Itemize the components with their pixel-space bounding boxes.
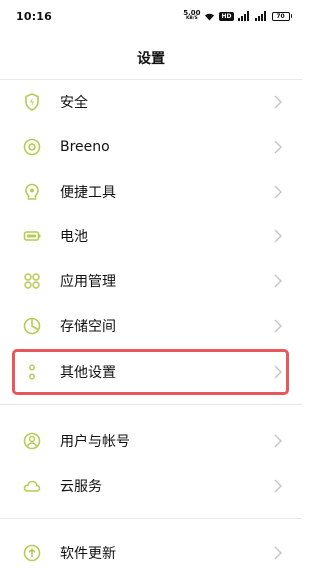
chevron-right-icon: [274, 479, 282, 493]
divider: [0, 404, 302, 405]
settings-item-cloud-service[interactable]: 云服务: [0, 464, 302, 508]
status-bar: 10:16 5.00 KB/S HD 70: [0, 0, 302, 32]
user-account-icon: [22, 431, 42, 451]
status-time: 10:16: [16, 9, 53, 23]
convenience-tools-icon: [22, 182, 42, 202]
hd-icon: HD: [219, 11, 234, 21]
settings-item-storage[interactable]: 存储空间: [0, 304, 302, 348]
settings-item-battery[interactable]: 电池: [0, 214, 302, 258]
chevron-right-icon: [274, 229, 282, 243]
battery-icon: [22, 226, 42, 246]
app-grid-icon: [22, 271, 42, 291]
chevron-right-icon: [274, 546, 282, 560]
settings-item-software-update[interactable]: 软件更新: [0, 531, 302, 572]
wifi-icon: [204, 12, 215, 21]
shield-icon: [22, 92, 42, 112]
net-speed: 5.00 KB/S: [183, 10, 200, 22]
net-speed-unit: KB/S: [185, 16, 198, 21]
status-icons: 5.00 KB/S HD 70: [183, 10, 292, 22]
settings-item-label: 存储空间: [60, 319, 116, 335]
settings-item-user-account[interactable]: 用户与帐号: [0, 419, 302, 463]
settings-item-label: 云服务: [60, 479, 102, 495]
cloud-icon: [22, 476, 42, 496]
chevron-right-icon: [274, 319, 282, 333]
settings-item-label: 软件更新: [60, 546, 116, 562]
storage-pie-icon: [22, 316, 42, 336]
battery-level: 70: [271, 11, 290, 21]
settings-item-label: 用户与帐号: [60, 434, 130, 450]
settings-item-label: 电池: [60, 229, 88, 245]
settings-item-breeno[interactable]: Breeno: [0, 125, 302, 169]
settings-item-app-management[interactable]: 应用管理: [0, 259, 302, 303]
chevron-right-icon: [274, 434, 282, 448]
update-arrow-icon: [22, 543, 42, 563]
breeno-icon: [22, 137, 42, 157]
settings-item-label: Breeno: [60, 139, 110, 155]
settings-item-convenience-tools[interactable]: 便捷工具: [0, 170, 302, 214]
settings-item-security[interactable]: 安全: [0, 80, 302, 124]
settings-item-label: 应用管理: [60, 274, 116, 290]
settings-item-label: 安全: [60, 95, 88, 111]
chevron-right-icon: [274, 95, 282, 109]
settings-item-label: 便捷工具: [60, 185, 116, 201]
highlight-box: [12, 349, 289, 395]
signal-4g-icon: [237, 11, 251, 21]
chevron-right-icon: [274, 274, 282, 288]
signal-5g-icon: [254, 11, 268, 21]
battery-icon: 70: [271, 11, 292, 21]
chevron-right-icon: [274, 140, 282, 154]
chevron-right-icon: [274, 185, 282, 199]
divider: [0, 518, 302, 519]
page-title: 设置: [137, 51, 165, 67]
